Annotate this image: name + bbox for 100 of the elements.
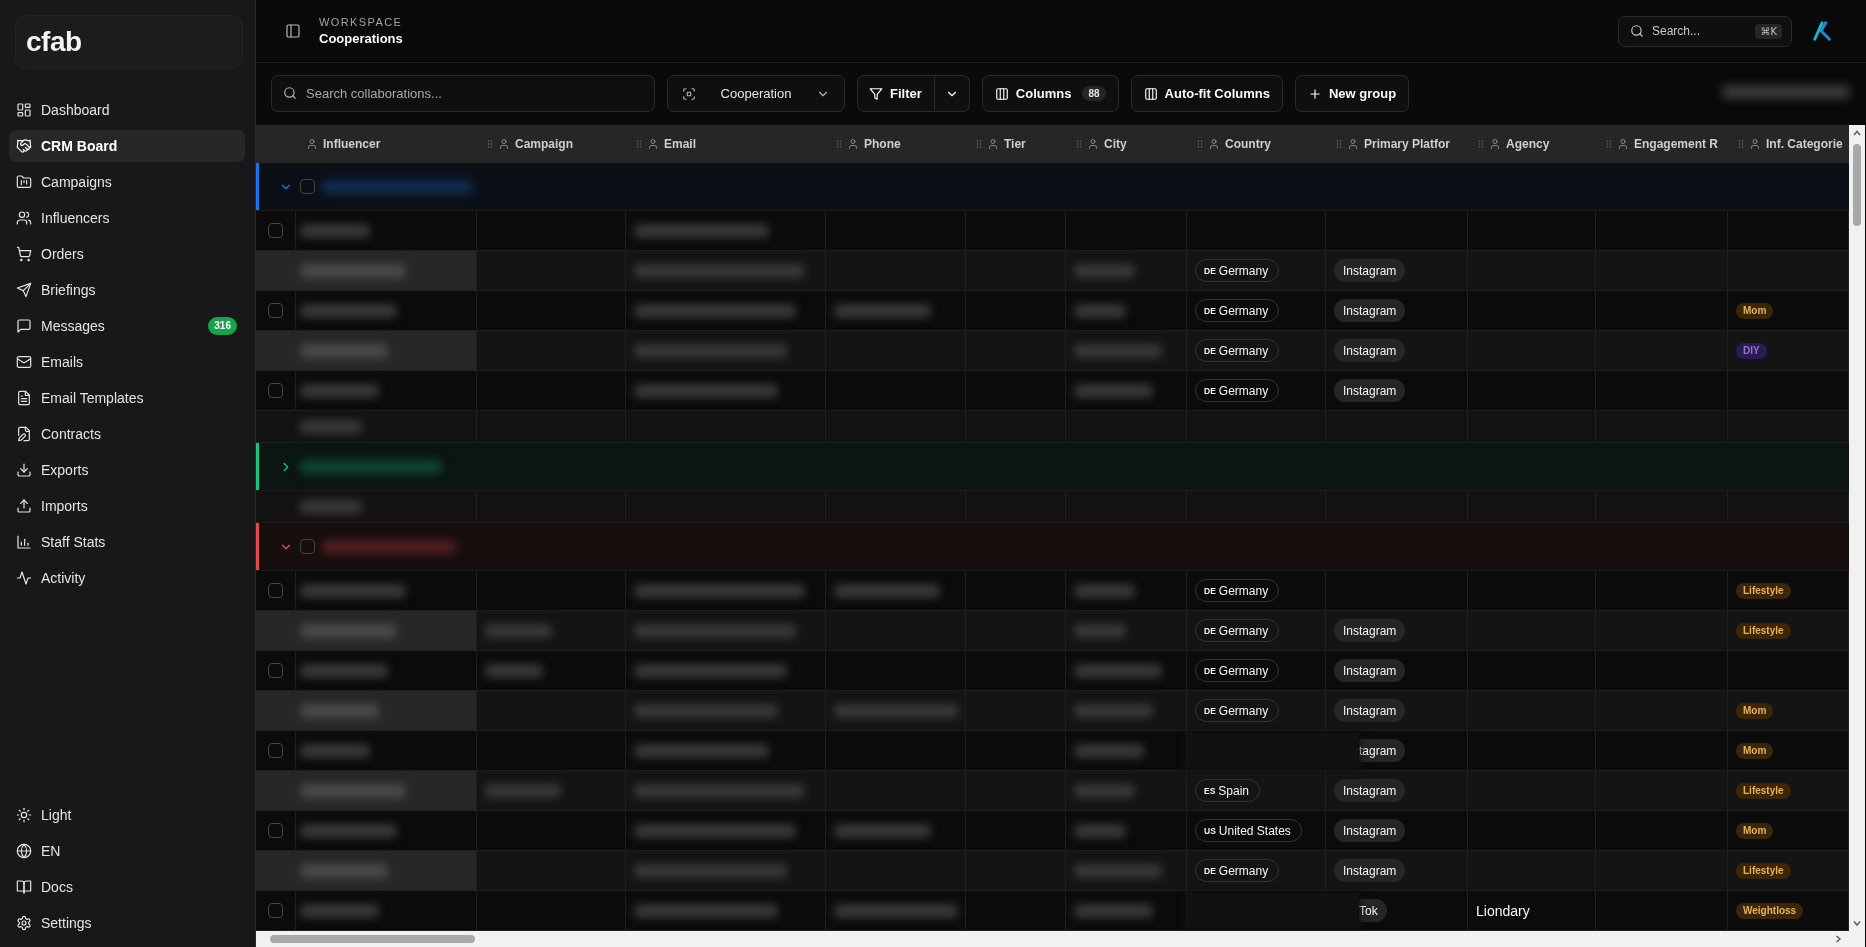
drag-handle-icon[interactable] (836, 139, 842, 149)
drag-handle-icon[interactable] (1336, 139, 1342, 149)
column-header[interactable]: Agency (1468, 125, 1596, 163)
category-tag: Weightloss (1736, 902, 1804, 919)
row-checkbox[interactable] (268, 663, 283, 678)
nav-item[interactable]: Activity (9, 562, 245, 594)
person-icon (847, 138, 859, 150)
workspace-label: WORKSPACE (319, 16, 403, 28)
drag-handle-icon[interactable] (976, 139, 982, 149)
chevron-down-icon[interactable] (1852, 918, 1862, 928)
columns-icon (994, 86, 1009, 101)
nav-item[interactable]: Messages 316 (9, 310, 245, 342)
column-header[interactable]: Primary Platfor (1326, 125, 1468, 163)
search-button[interactable]: Search... ⌘K (1618, 15, 1792, 47)
filter-menu-button[interactable] (934, 75, 970, 112)
dashboard-grid-icon (16, 102, 32, 118)
row-checkbox[interactable] (268, 743, 283, 758)
users-icon (16, 210, 32, 226)
handshake-icon (16, 138, 32, 154)
horizontal-scrollbar[interactable] (256, 931, 1865, 947)
nav-item[interactable]: Settings (9, 907, 245, 939)
chevron-right-icon[interactable] (1833, 934, 1843, 944)
sidebar-toggle-icon[interactable] (285, 23, 301, 39)
person-icon (1208, 138, 1220, 150)
search-field[interactable]: Search collaborations... (271, 75, 655, 112)
column-header[interactable]: Influencer (296, 125, 477, 163)
column-header[interactable]: Country (1187, 125, 1326, 163)
nav-item[interactable]: Light (9, 799, 245, 831)
column-header[interactable]: Inf. Categorie (1728, 125, 1849, 163)
drag-handle-icon[interactable] (1478, 139, 1484, 149)
column-header[interactable]: City (1066, 125, 1187, 163)
columns-icon (1143, 86, 1158, 101)
scrollbar-thumb[interactable] (270, 935, 475, 943)
nav-item[interactable]: Imports (9, 490, 245, 522)
scrollbar-thumb[interactable] (1853, 144, 1861, 226)
platform-tag: Instagram (1334, 819, 1406, 842)
auto-fit-button[interactable]: Auto-fit Columns (1130, 75, 1283, 112)
drag-handle-icon[interactable] (1197, 139, 1203, 149)
group-checkbox[interactable] (300, 179, 315, 194)
search-icon (1630, 24, 1644, 38)
nav-item[interactable]: Contracts (9, 418, 245, 450)
drag-handle-icon[interactable] (1606, 139, 1612, 149)
platform-tag: Instagram (1334, 659, 1406, 682)
sun-icon (16, 807, 32, 823)
nav-item[interactable]: Orders (9, 238, 245, 270)
row-checkbox[interactable] (268, 583, 283, 598)
drag-handle-icon[interactable] (1076, 139, 1082, 149)
person-icon (498, 138, 510, 150)
person-icon (1617, 138, 1629, 150)
column-header[interactable]: Tier (966, 125, 1066, 163)
filter-button[interactable]: Filter (857, 75, 935, 112)
chevron-up-icon[interactable] (1852, 128, 1862, 138)
folder-chart-icon (16, 174, 32, 190)
row-checkbox[interactable] (268, 303, 283, 318)
category-tag: Mom (1736, 302, 1774, 319)
platform-tag: Instagram (1334, 619, 1406, 642)
nav-item[interactable]: CRM Board (9, 130, 245, 162)
nav-item[interactable]: Docs (9, 871, 245, 903)
category-tag: Mom (1736, 702, 1774, 719)
slash-logo-icon[interactable] (1812, 20, 1834, 42)
row-checkbox[interactable] (268, 223, 283, 238)
person-icon (306, 138, 318, 150)
search-icon (283, 86, 297, 100)
vertical-scrollbar[interactable] (1849, 125, 1865, 931)
nav-item[interactable]: Dashboard (9, 94, 245, 126)
row-checkbox[interactable] (268, 383, 283, 398)
drag-handle-icon[interactable] (1738, 139, 1744, 149)
download-icon (16, 462, 32, 478)
nav-item[interactable]: Email Templates (9, 382, 245, 414)
nav-item[interactable]: Emails (9, 346, 245, 378)
column-header[interactable]: Engagement R (1596, 125, 1728, 163)
view-select[interactable]: Cooperation (667, 75, 845, 112)
group-checkbox[interactable] (300, 539, 315, 554)
upload-icon (16, 498, 32, 514)
nav-item[interactable]: Exports (9, 454, 245, 486)
column-header[interactable]: Campaign (477, 125, 626, 163)
paper-plane-icon (16, 282, 32, 298)
drag-handle-icon[interactable] (636, 139, 642, 149)
column-header[interactable]: Email (626, 125, 826, 163)
category-tag: Mom (1736, 742, 1774, 759)
nav-item[interactable]: Campaigns (9, 166, 245, 198)
platform-tag: Instagram (1334, 259, 1406, 282)
bar-chart-icon (16, 534, 32, 550)
column-header[interactable]: Phone (826, 125, 966, 163)
globe-icon (16, 843, 32, 859)
row-checkbox[interactable] (268, 823, 283, 838)
platform-tag: Instagram (1334, 859, 1406, 882)
shortcut-hint: ⌘K (1755, 23, 1782, 39)
columns-button[interactable]: Columns 88 (981, 75, 1119, 112)
category-tag: Lifestyle (1736, 862, 1791, 879)
row-checkbox[interactable] (268, 903, 283, 918)
platform-tag: Instagram (1334, 779, 1406, 802)
nav-item[interactable]: EN (9, 835, 245, 867)
platform-tag: Instagram (1334, 339, 1406, 362)
drag-handle-icon[interactable] (487, 139, 493, 149)
logo: cfab (26, 28, 82, 56)
nav-item[interactable]: Briefings (9, 274, 245, 306)
nav-item[interactable]: Staff Stats (9, 526, 245, 558)
new-group-button[interactable]: New group (1294, 75, 1410, 112)
nav-item[interactable]: Influencers (9, 202, 245, 234)
